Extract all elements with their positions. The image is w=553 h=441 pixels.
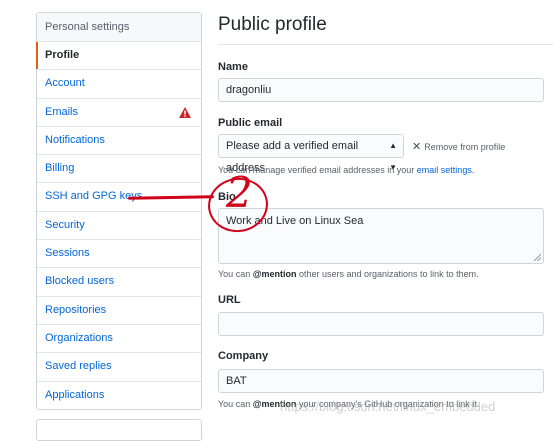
remove-label: Remove from profile: [424, 142, 506, 152]
title-divider: [218, 44, 553, 45]
url-label: URL: [218, 294, 241, 306]
sidebar-item-emails[interactable]: Emails: [37, 99, 201, 127]
sidebar-item-repositories[interactable]: Repositories: [37, 297, 201, 325]
email-settings-link[interactable]: email settings: [417, 165, 472, 175]
bio-note-suffix: other users and organizations to link to…: [296, 269, 479, 279]
sidebar-item-organizations[interactable]: Organizations: [37, 325, 201, 354]
watermark: https://blog.csdn.net/linux_embedded: [280, 399, 496, 414]
sidebar-item-billing[interactable]: Billing: [37, 155, 201, 184]
sidebar-item-profile[interactable]: Profile: [36, 42, 201, 71]
sidebar-header: Personal settings: [37, 13, 201, 42]
name-label: Name: [218, 61, 248, 73]
name-input[interactable]: dragonliu: [218, 78, 544, 102]
company-input[interactable]: BAT: [218, 369, 544, 393]
public-email-select[interactable]: Please add a verified email address ▲ ▼: [218, 134, 404, 174]
email-note: You can manage verified email addresses …: [218, 165, 474, 175]
sidebar-item-security[interactable]: Security: [37, 212, 201, 241]
bio-textarea[interactable]: Work and Live on Linux Sea: [218, 208, 544, 264]
resize-grip-icon[interactable]: [534, 254, 541, 261]
sidebar-item-label: Emails: [45, 105, 79, 118]
remove-from-profile-button[interactable]: ✕ Remove from profile: [412, 140, 505, 153]
email-note-suffix: .: [471, 165, 475, 175]
sidebar-item-sessions[interactable]: Sessions: [37, 240, 201, 269]
settings-sidebar: Personal settings Profile Account Emails…: [36, 12, 202, 410]
sidebar-item-applications[interactable]: Applications: [37, 382, 201, 409]
secondary-sidebar-box: [36, 419, 202, 441]
sidebar-item-saved-replies[interactable]: Saved replies: [37, 353, 201, 382]
warning-icon: [179, 106, 191, 118]
page-title: Public profile: [218, 14, 327, 35]
sidebar-item-blocked-users[interactable]: Blocked users: [37, 268, 201, 297]
sidebar-item-account[interactable]: Account: [37, 70, 201, 99]
close-icon: ✕: [412, 141, 422, 153]
public-email-label: Public email: [218, 117, 283, 129]
company-note-text: You can: [218, 399, 253, 409]
bio-note: You can @mention other users and organiz…: [218, 269, 479, 279]
annotation-number: 2: [226, 168, 253, 217]
url-input[interactable]: [218, 312, 544, 336]
sidebar-item-notifications[interactable]: Notifications: [37, 127, 201, 156]
bio-note-text: You can: [218, 269, 253, 279]
mention-text: @mention: [252, 269, 297, 279]
company-label: Company: [218, 350, 269, 362]
